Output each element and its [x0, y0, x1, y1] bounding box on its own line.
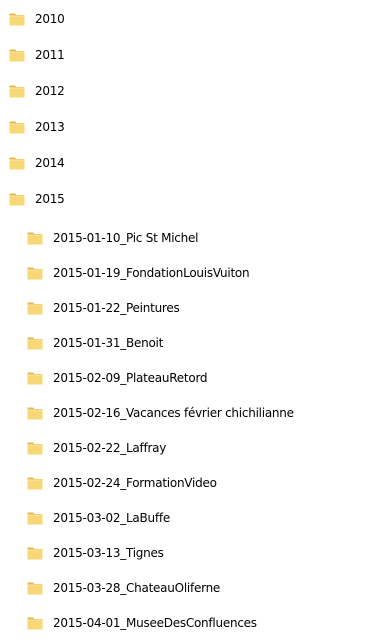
subfolder-item[interactable]: 2015-01-31_Benoit	[27, 331, 163, 355]
folder-icon	[27, 406, 43, 420]
subfolder-label: 2015-01-10_Pic St Michel	[53, 231, 199, 245]
subfolder-label: 2015-02-09_PlateauRetord	[53, 371, 208, 385]
subfolder-label: 2015-01-22_Peintures	[53, 301, 180, 315]
subfolder-item[interactable]: 2015-03-13_Tignes	[27, 541, 164, 565]
folder-icon	[27, 441, 43, 455]
folder-icon	[27, 371, 43, 385]
folder-icon	[27, 476, 43, 490]
subfolder-label: 2015-03-02_LaBuffe	[53, 511, 170, 525]
subfolder-label: 2015-03-13_Tignes	[53, 546, 164, 560]
subfolder-item[interactable]: 2015-04-01_MuseeDesConfluences	[27, 611, 257, 635]
subfolder-label: 2015-02-22_Laffray	[53, 441, 167, 455]
subfolder-item[interactable]: 2015-02-16_Vacances février chichilianne	[27, 401, 294, 425]
folder-icon	[27, 336, 43, 350]
subfolder-label: 2015-01-19_FondationLouisVuiton	[53, 266, 250, 280]
subfolder-item[interactable]: 2015-03-28_ChateauOliferne	[27, 576, 220, 600]
subfolder-item[interactable]: 2015-03-02_LaBuffe	[27, 506, 170, 530]
folder-item-2010[interactable]: 2010	[9, 7, 65, 31]
subfolder-item[interactable]: 2015-01-19_FondationLouisVuiton	[27, 261, 250, 285]
subfolder-label: 2015-03-28_ChateauOliferne	[53, 581, 221, 595]
folder-icon	[27, 266, 43, 280]
folder-icon	[9, 12, 25, 26]
folder-label: 2013	[35, 120, 65, 134]
folder-icon	[9, 120, 25, 134]
folder-icon	[9, 84, 25, 98]
folder-label: 2014	[35, 156, 65, 170]
folder-label: 2011	[35, 48, 65, 62]
subfolder-label: 2015-02-16_Vacances février chichilianne	[53, 406, 294, 420]
folder-item-2014[interactable]: 2014	[9, 151, 65, 175]
folder-icon	[27, 616, 43, 630]
folder-icon	[9, 48, 25, 62]
subfolder-item[interactable]: 2015-01-22_Peintures	[27, 296, 180, 320]
folder-icon	[27, 581, 43, 595]
folder-item-2011[interactable]: 2011	[9, 43, 65, 67]
subfolder-item[interactable]: 2015-02-24_FormationVideo	[27, 471, 217, 495]
folder-icon	[27, 511, 43, 525]
subfolder-item[interactable]: 2015-01-10_Pic St Michel	[27, 226, 198, 250]
folder-item-2012[interactable]: 2012	[9, 79, 65, 103]
folder-icon	[27, 546, 43, 560]
folder-item-2015[interactable]: 2015	[9, 187, 65, 211]
folder-label: 2010	[35, 12, 65, 26]
folder-icon	[9, 192, 25, 206]
folder-icon	[27, 231, 43, 245]
folder-tree: 2010 2011 2012 2013 2014 2015 2015-01-10…	[0, 0, 378, 640]
subfolder-label: 2015-02-24_FormationVideo	[53, 476, 217, 490]
folder-item-2013[interactable]: 2013	[9, 115, 65, 139]
folder-icon	[9, 156, 25, 170]
subfolder-item[interactable]: 2015-02-22_Laffray	[27, 436, 166, 460]
subfolder-label: 2015-01-31_Benoit	[53, 336, 164, 350]
subfolder-item[interactable]: 2015-02-09_PlateauRetord	[27, 366, 208, 390]
folder-label: 2012	[35, 84, 65, 98]
folder-label: 2015	[35, 192, 65, 206]
folder-icon	[27, 301, 43, 315]
subfolder-label: 2015-04-01_MuseeDesConfluences	[53, 616, 257, 630]
